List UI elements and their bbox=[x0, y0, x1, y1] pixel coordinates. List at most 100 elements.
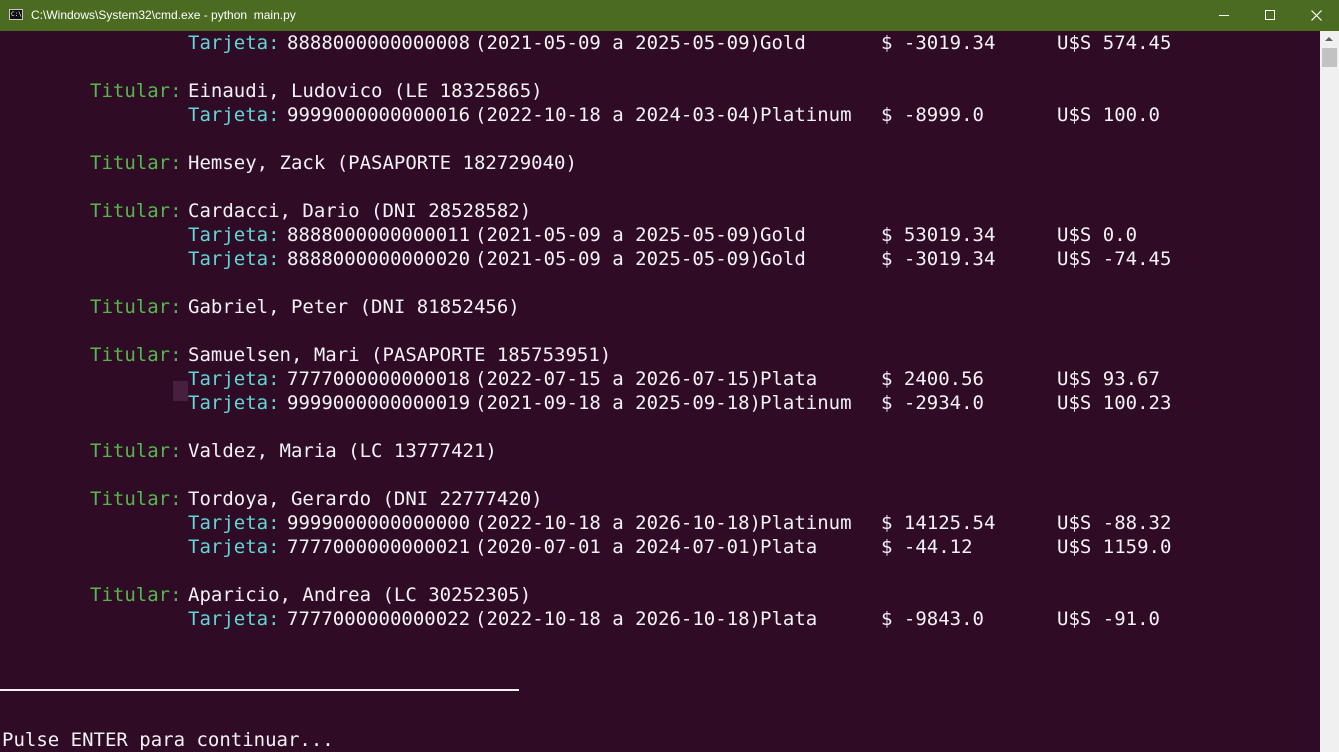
card-number: 7777000000000018 bbox=[287, 368, 471, 390]
card-label: Tarjeta: bbox=[188, 392, 280, 414]
card-balance-ars: $ -3019.34 bbox=[881, 248, 996, 270]
chevron-up-icon bbox=[1325, 37, 1333, 41]
card-type: Gold bbox=[760, 248, 806, 270]
holder-name: Gabriel, Peter (DNI 81852456) bbox=[188, 296, 520, 318]
card-line: Tarjeta: 8888000000000008 (2021-05-09 a … bbox=[0, 31, 1171, 55]
holder-label: Titular: bbox=[90, 296, 182, 318]
card-line: Tarjeta: 9999000000000016 (2022-10-18 a … bbox=[0, 103, 1160, 127]
minimize-icon bbox=[1219, 15, 1229, 16]
card-number: 7777000000000021 bbox=[287, 536, 471, 558]
card-period: (2022-07-15 a 2026-07-15) bbox=[475, 368, 761, 390]
card-balance-ars: $ -8999.0 bbox=[881, 104, 984, 126]
card-period: (2022-10-18 a 2026-10-18) bbox=[475, 608, 761, 630]
holder-name: Einaudi, Ludovico (LE 18325865) bbox=[188, 80, 543, 102]
card-type: Plata bbox=[760, 536, 818, 558]
card-balance-usd: U$S 100.23 bbox=[1057, 392, 1172, 414]
card-line: Tarjeta: 8888000000000011 (2021-05-09 a … bbox=[0, 223, 1137, 247]
card-label: Tarjeta: bbox=[188, 32, 280, 54]
card-number: 7777000000000022 bbox=[287, 608, 471, 630]
holder-label: Titular: bbox=[90, 488, 182, 510]
card-period: (2021-09-18 a 2025-09-18) bbox=[475, 392, 761, 414]
card-balance-usd: U$S 1159.0 bbox=[1057, 536, 1172, 558]
minimize-button[interactable] bbox=[1201, 0, 1247, 31]
card-balance-usd: U$S 0.0 bbox=[1057, 224, 1138, 246]
card-balance-ars: $ -9843.0 bbox=[881, 608, 984, 630]
card-number: 9999000000000000 bbox=[287, 512, 471, 534]
holder-label: Titular: bbox=[90, 584, 182, 606]
card-number: 8888000000000008 bbox=[287, 32, 471, 54]
maximize-button[interactable] bbox=[1247, 0, 1293, 31]
holder-line: Titular: Samuelsen, Mari (PASAPORTE 1857… bbox=[0, 343, 611, 367]
card-label: Tarjeta: bbox=[188, 104, 280, 126]
holder-label: Titular: bbox=[90, 152, 182, 174]
holder-line: Titular: Einaudi, Ludovico (LE 18325865) bbox=[0, 79, 543, 103]
card-number: 9999000000000019 bbox=[287, 392, 471, 414]
card-balance-ars: $ -3019.34 bbox=[881, 32, 996, 54]
card-line: Tarjeta: 7777000000000018 (2022-07-15 a … bbox=[0, 367, 1160, 391]
holder-name: Hemsey, Zack (PASAPORTE 182729040) bbox=[188, 152, 577, 174]
card-line: Tarjeta: 9999000000000000 (2022-10-18 a … bbox=[0, 511, 1171, 535]
card-type: Platinum bbox=[760, 104, 852, 126]
card-line: Tarjeta: 9999000000000019 (2021-09-18 a … bbox=[0, 391, 1171, 415]
card-balance-usd: U$S 93.67 bbox=[1057, 368, 1160, 390]
close-icon bbox=[1311, 10, 1322, 21]
card-number: 8888000000000011 bbox=[287, 224, 471, 246]
holder-label: Titular: bbox=[90, 344, 182, 366]
text-cursor bbox=[173, 381, 188, 401]
vertical-scrollbar[interactable] bbox=[1320, 31, 1339, 752]
card-type: Platinum bbox=[760, 392, 852, 414]
card-balance-usd: U$S -88.32 bbox=[1057, 512, 1172, 534]
card-label: Tarjeta: bbox=[188, 368, 280, 390]
scroll-up-button[interactable] bbox=[1320, 31, 1339, 48]
holder-name: Aparicio, Andrea (LC 30252305) bbox=[188, 584, 532, 606]
card-line: Tarjeta: 7777000000000022 (2022-10-18 a … bbox=[0, 607, 1160, 631]
card-period: (2021-05-09 a 2025-05-09) bbox=[475, 248, 761, 270]
continue-prompt: Pulse ENTER para continuar... bbox=[2, 729, 334, 751]
window-title: C:\Windows\System32\cmd.exe - python mai… bbox=[31, 8, 296, 22]
holder-label: Titular: bbox=[90, 80, 182, 102]
card-label: Tarjeta: bbox=[188, 536, 280, 558]
card-number: 9999000000000016 bbox=[287, 104, 471, 126]
maximize-icon bbox=[1265, 10, 1275, 20]
card-label: Tarjeta: bbox=[188, 608, 280, 630]
scroll-thumb[interactable] bbox=[1322, 48, 1337, 67]
card-balance-ars: $ -44.12 bbox=[881, 536, 973, 558]
separator-line bbox=[0, 689, 519, 691]
card-number: 8888000000000020 bbox=[287, 248, 471, 270]
close-button[interactable] bbox=[1293, 0, 1339, 31]
card-type: Gold bbox=[760, 32, 806, 54]
card-period: (2021-05-09 a 2025-05-09) bbox=[475, 32, 761, 54]
card-period: (2022-10-18 a 2026-10-18) bbox=[475, 512, 761, 534]
card-balance-usd: U$S -91.0 bbox=[1057, 608, 1160, 630]
card-period: (2020-07-01 a 2024-07-01) bbox=[475, 536, 761, 558]
holder-name: Cardacci, Dario (DNI 28528582) bbox=[188, 200, 532, 222]
card-balance-ars: $ -2934.0 bbox=[881, 392, 984, 414]
card-balance-usd: U$S 574.45 bbox=[1057, 32, 1172, 54]
holder-line: Titular: Tordoya, Gerardo (DNI 22777420) bbox=[0, 487, 543, 511]
holder-label: Titular: bbox=[90, 200, 182, 222]
card-period: (2021-05-09 a 2025-05-09) bbox=[475, 224, 761, 246]
card-type: Gold bbox=[760, 224, 806, 246]
holder-line: Titular: Aparicio, Andrea (LC 30252305) bbox=[0, 583, 531, 607]
card-balance-usd: U$S -74.45 bbox=[1057, 248, 1172, 270]
card-type: Platinum bbox=[760, 512, 852, 534]
card-line: Tarjeta: 8888000000000020 (2021-05-09 a … bbox=[0, 247, 1171, 271]
card-label: Tarjeta: bbox=[188, 224, 280, 246]
card-balance-usd: U$S 100.0 bbox=[1057, 104, 1160, 126]
console-window: C:\ C:\Windows\System32\cmd.exe - python… bbox=[0, 0, 1339, 752]
cmd-icon[interactable]: C:\ bbox=[9, 9, 23, 20]
card-balance-ars: $ 2400.56 bbox=[881, 368, 984, 390]
card-balance-ars: $ 53019.34 bbox=[881, 224, 996, 246]
card-type: Plata bbox=[760, 608, 818, 630]
card-period: (2022-10-18 a 2024-03-04) bbox=[475, 104, 761, 126]
holder-line: Titular: Valdez, Maria (LC 13777421) bbox=[0, 439, 497, 463]
holder-name: Tordoya, Gerardo (DNI 22777420) bbox=[188, 488, 543, 510]
title-bar[interactable]: C:\ C:\Windows\System32\cmd.exe - python… bbox=[0, 0, 1339, 31]
holder-line: Titular: Cardacci, Dario (DNI 28528582) bbox=[0, 199, 531, 223]
card-label: Tarjeta: bbox=[188, 248, 280, 270]
holder-line: Titular: Gabriel, Peter (DNI 81852456) bbox=[0, 295, 520, 319]
card-line: Tarjeta: 7777000000000021 (2020-07-01 a … bbox=[0, 535, 1171, 559]
card-balance-ars: $ 14125.54 bbox=[881, 512, 996, 534]
console-output[interactable]: Tarjeta: 8888000000000008 (2021-05-09 a … bbox=[0, 31, 1320, 752]
holder-line: Titular: Hemsey, Zack (PASAPORTE 1827290… bbox=[0, 151, 577, 175]
